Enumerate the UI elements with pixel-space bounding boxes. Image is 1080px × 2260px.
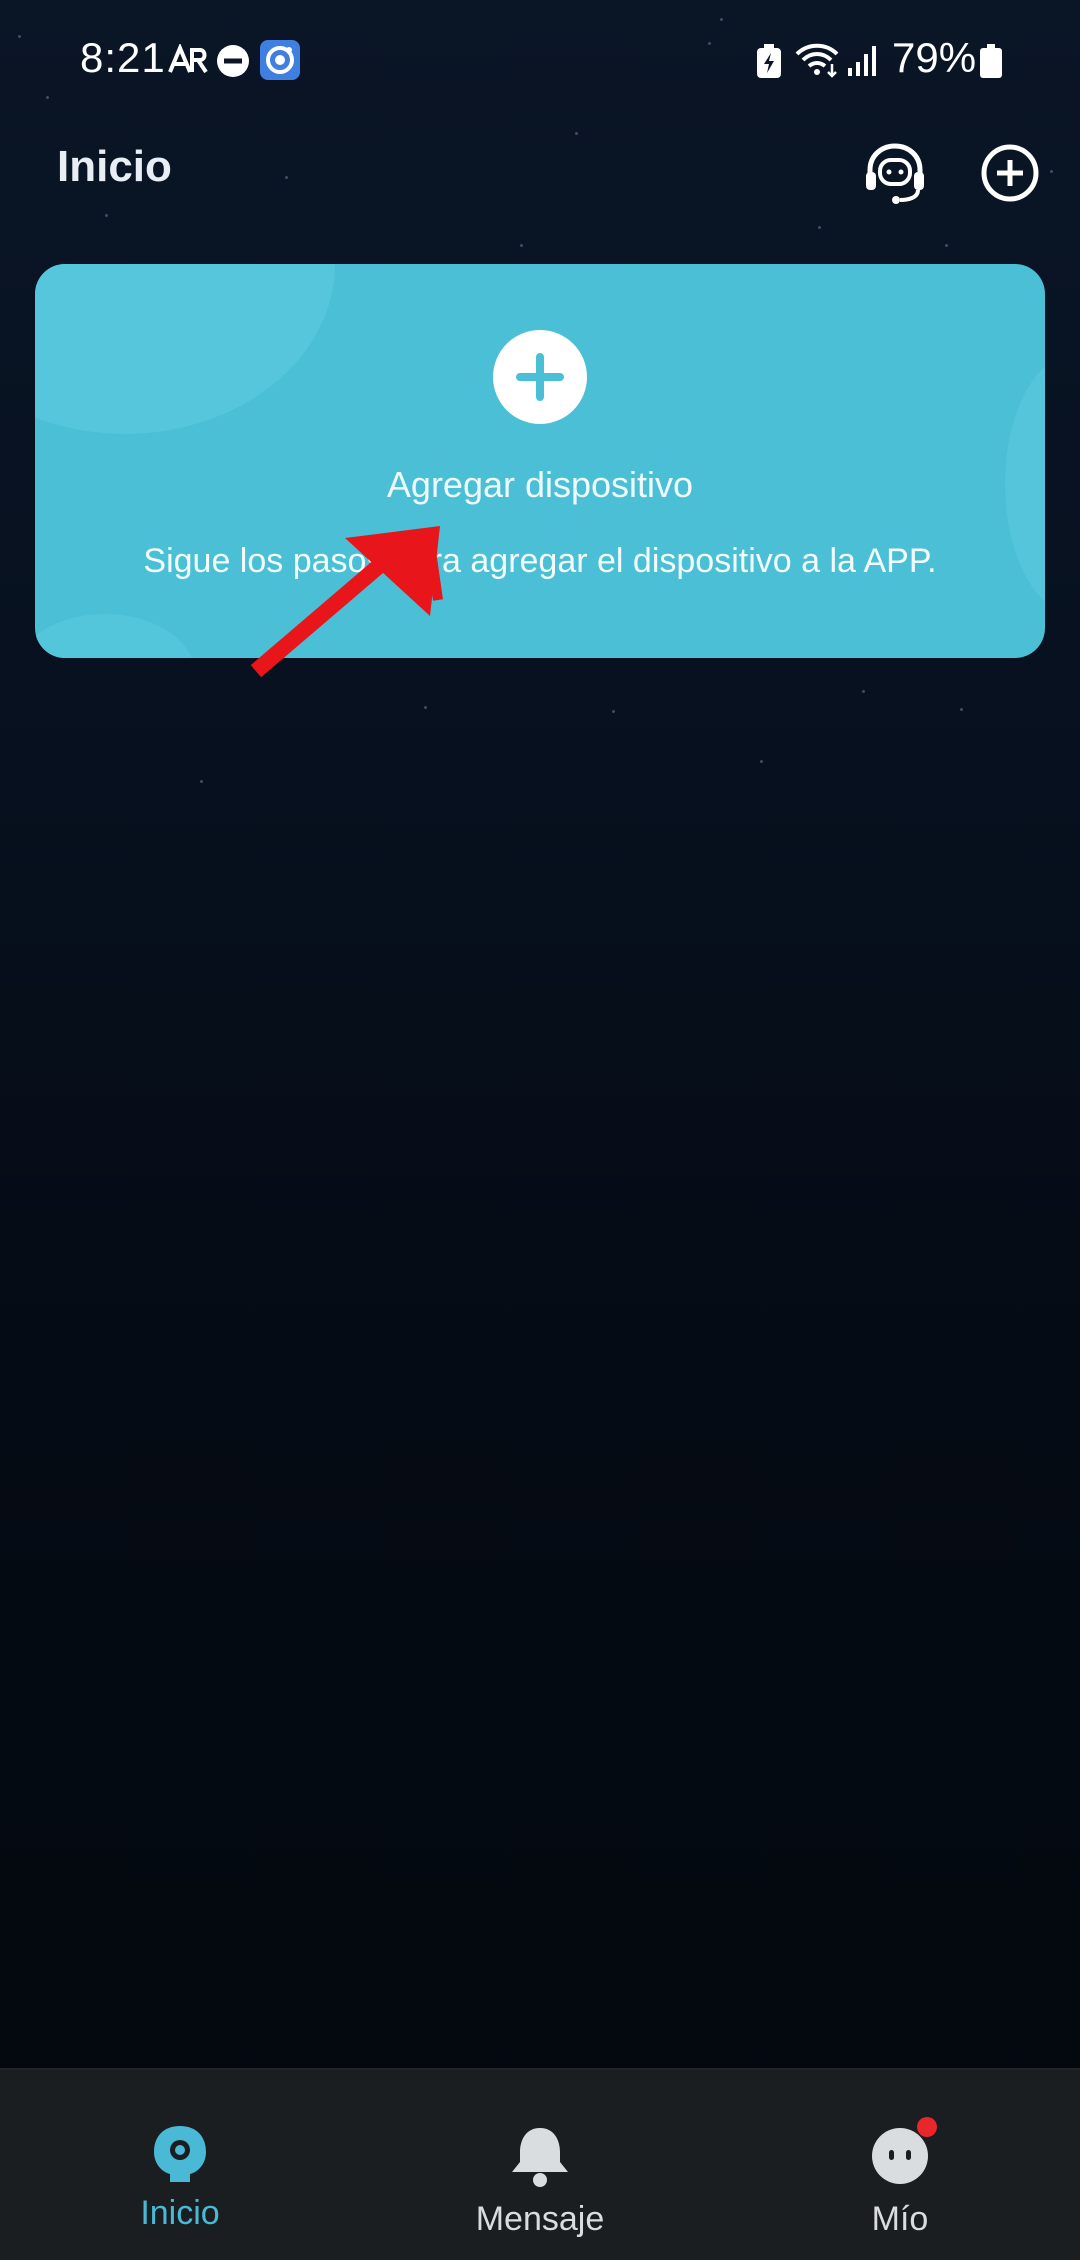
- plus-icon: [493, 353, 587, 428]
- page-title: Inicio: [57, 142, 172, 191]
- support-button[interactable]: [860, 138, 930, 208]
- notification-badge: [916, 2116, 938, 2143]
- dnd-icon: [216, 44, 250, 83]
- card-decoration: [35, 614, 195, 658]
- card-decoration: [35, 264, 335, 434]
- headset-icon: [860, 143, 930, 212]
- star-decoration: [200, 780, 203, 783]
- status-time: 8:21: [80, 34, 166, 81]
- battery-icon: [980, 44, 1002, 83]
- star-decoration: [945, 244, 948, 247]
- battery-saver-icon: [756, 44, 782, 83]
- add-device-plus-button[interactable]: [493, 330, 587, 424]
- add-button[interactable]: [975, 138, 1045, 208]
- app-notification-icon: [260, 40, 300, 85]
- signal-icon: [848, 44, 878, 81]
- app-header: Inicio: [0, 120, 1080, 230]
- nav-item-mensaje[interactable]: Mensaje: [420, 2070, 660, 2260]
- home-camera-icon: [150, 2122, 210, 2191]
- star-decoration: [960, 708, 963, 711]
- add-device-title: Agregar dispositivo: [386, 464, 694, 505]
- wifi-icon: [794, 42, 840, 83]
- add-device-card[interactable]: Agregar dispositivo Sigue los pasos para…: [35, 264, 1045, 658]
- nav-label-mio: Mío: [871, 2200, 929, 2238]
- add-device-subtitle: Sigue los pasos para agregar el disposit…: [143, 542, 937, 580]
- star-decoration: [612, 710, 615, 713]
- star-decoration: [424, 706, 427, 709]
- nav-item-mio[interactable]: Mío: [780, 2070, 1020, 2260]
- star-decoration: [862, 690, 865, 693]
- app-screen: 8:21 79% Inicio Agregar dispositivo Sigu…: [0, 0, 1080, 2260]
- nav-item-inicio[interactable]: Inicio: [60, 2070, 300, 2260]
- nav-label-mensaje: Mensaje: [475, 2200, 605, 2238]
- nav-label-inicio: Inicio: [140, 2194, 220, 2232]
- status-bar: 8:21 79%: [0, 0, 1080, 120]
- plus-circle-icon: [975, 144, 1045, 212]
- bottom-navigation: Inicio Mensaje Mío: [0, 2068, 1080, 2260]
- star-decoration: [520, 244, 523, 247]
- ar-icon: [168, 42, 208, 81]
- bell-icon: [508, 2122, 572, 2193]
- battery-percent: 79%: [892, 34, 977, 81]
- star-decoration: [760, 760, 763, 763]
